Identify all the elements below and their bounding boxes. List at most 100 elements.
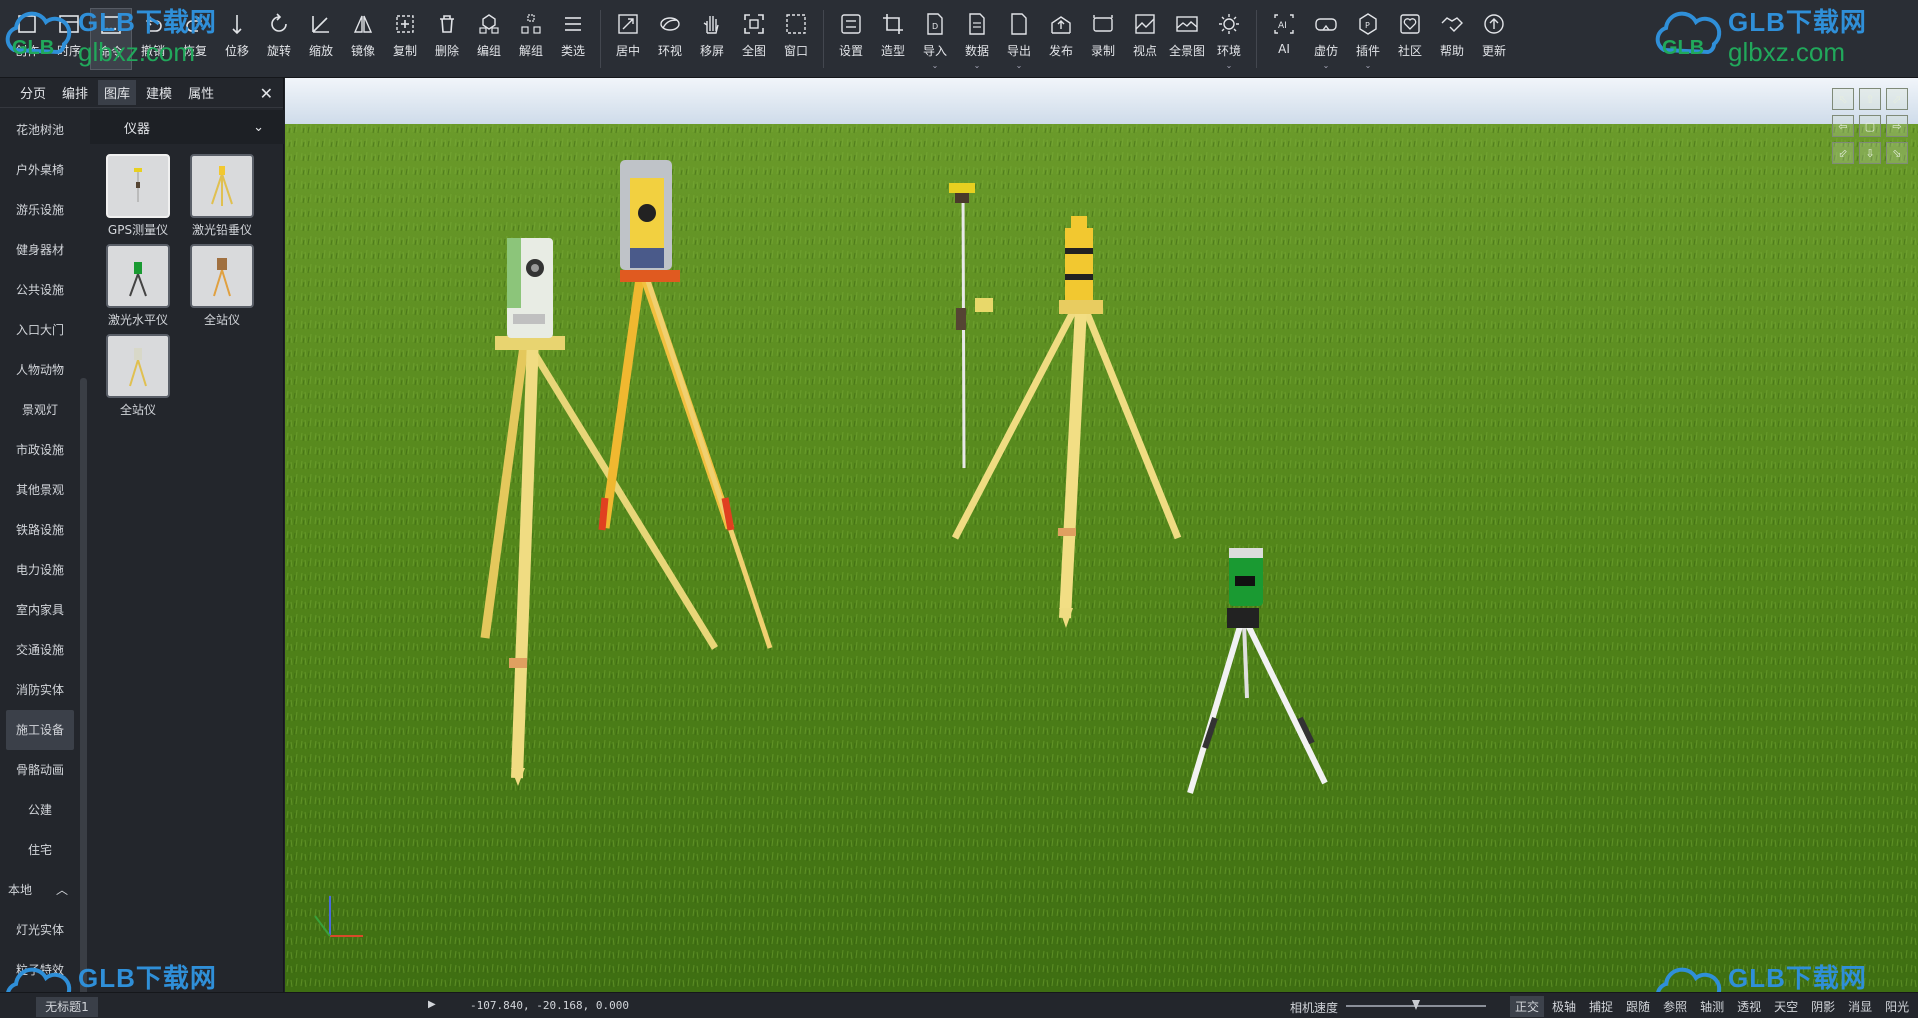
- mode-toggle[interactable]: 跟随: [1621, 996, 1655, 1017]
- delete-button[interactable]: 删除: [426, 8, 468, 70]
- publish-button[interactable]: 发布: [1040, 8, 1082, 70]
- pan-button[interactable]: 移屏: [691, 8, 733, 70]
- play-icon[interactable]: ▶: [428, 999, 436, 1010]
- panel-tab[interactable]: 图库: [98, 80, 137, 105]
- category-item[interactable]: 交通设施: [0, 630, 80, 670]
- library-dropdown[interactable]: 仪器 ⌄: [90, 110, 284, 144]
- category-item[interactable]: 景观灯: [0, 390, 80, 430]
- camera-speed-slider[interactable]: [1346, 1000, 1486, 1010]
- document-tab[interactable]: 无标题1: [36, 997, 98, 1017]
- fit-all-button[interactable]: 全图: [733, 8, 775, 70]
- toolbar-separator: [600, 10, 601, 68]
- panel-tab[interactable]: 编排: [56, 80, 94, 105]
- mirror-button[interactable]: 镜像: [342, 8, 384, 70]
- select-type-button[interactable]: 类选: [552, 8, 594, 70]
- plugin-button[interactable]: P 插件 ⌄: [1347, 8, 1389, 70]
- category-item[interactable]: 游乐设施: [0, 190, 80, 230]
- modeling-button[interactable]: 造型: [872, 8, 914, 70]
- library-thumbnail[interactable]: 激光铅垂仪: [180, 154, 264, 238]
- category-scrollbar[interactable]: [80, 378, 87, 1008]
- chevron-up-icon: ︿: [55, 883, 68, 897]
- category-item[interactable]: 人物动物: [0, 350, 80, 390]
- panel-tab[interactable]: 分页: [14, 80, 52, 105]
- view-nav-arrow-icon[interactable]: ⬁: [1832, 88, 1854, 110]
- category-item[interactable]: 灯光实体: [0, 910, 80, 950]
- settings-button[interactable]: 设置: [830, 8, 872, 70]
- import-button[interactable]: D 导入 ⌄: [914, 8, 956, 70]
- mode-toggle[interactable]: 天空: [1769, 996, 1803, 1017]
- view-nav-arrow-icon[interactable]: ⇦: [1832, 115, 1854, 137]
- svg-text:GLB: GLB: [1662, 37, 1704, 59]
- view-navigation: ⬁ ⇧ ⬀ ⇦ ▢ ⇨ ⬃ ⇩ ⬂: [1832, 88, 1908, 164]
- mode-toggle[interactable]: 消显: [1843, 996, 1877, 1017]
- category-item[interactable]: 铁路设施: [0, 510, 80, 550]
- category-item[interactable]: 其他景观: [0, 470, 80, 510]
- library-thumbnail[interactable]: 全站仪: [96, 334, 180, 418]
- category-item[interactable]: 市政设施: [0, 430, 80, 470]
- category-item[interactable]: 住宅: [0, 830, 80, 870]
- panel-tab[interactable]: 属性: [182, 80, 220, 105]
- window-button[interactable]: 窗口: [775, 8, 817, 70]
- library-thumbnail[interactable]: 激光水平仪: [96, 244, 180, 328]
- panel-tabs: 分页 编排 图库 建模 属性: [0, 78, 283, 108]
- view-nav-arrow-icon[interactable]: ⬃: [1832, 142, 1854, 164]
- move-icon: [232, 15, 242, 35]
- 3d-viewport[interactable]: ⬁ ⇧ ⬀ ⇦ ▢ ⇨ ⬃ ⇩ ⬂: [285, 78, 1918, 992]
- view-nav-arrow-icon[interactable]: ⬀: [1886, 88, 1908, 110]
- view-nav-arrow-icon[interactable]: ▢: [1859, 115, 1881, 137]
- mode-toggle[interactable]: 透视: [1732, 996, 1766, 1017]
- copy-button[interactable]: 复制: [384, 8, 426, 70]
- category-item[interactable]: 公建: [0, 790, 80, 830]
- vr-button[interactable]: 虚仿 ⌄: [1305, 8, 1347, 70]
- panel-tab[interactable]: 建模: [140, 80, 178, 105]
- viewpoint-button[interactable]: 视点: [1124, 8, 1166, 70]
- mode-toggle[interactable]: 轴测: [1695, 996, 1729, 1017]
- mode-toggle[interactable]: 极轴: [1547, 996, 1581, 1017]
- local-section-header[interactable]: 本地 ︿: [0, 870, 80, 910]
- chevron-down-icon: ⌄: [253, 119, 264, 135]
- category-item[interactable]: 消防实体: [0, 670, 80, 710]
- view-nav-arrow-icon[interactable]: ⬂: [1886, 142, 1908, 164]
- camera-speed-label: 相机速度: [1290, 1001, 1339, 1015]
- panorama-button[interactable]: 全景图: [1166, 8, 1208, 70]
- move-button[interactable]: 位移: [216, 8, 258, 70]
- library-thumbnail[interactable]: 全站仪: [180, 244, 264, 328]
- view-nav-arrow-icon[interactable]: ⇨: [1886, 115, 1908, 137]
- community-button[interactable]: 社区: [1389, 8, 1431, 70]
- category-item[interactable]: 花池树池: [0, 110, 80, 150]
- orbit-button[interactable]: 环视: [649, 8, 691, 70]
- help-button[interactable]: 帮助: [1431, 8, 1473, 70]
- category-item[interactable]: 施工设备: [6, 710, 74, 750]
- toolbar-group: AI AI 虚仿 ⌄ P 插件 ⌄ 社区 帮助 更新: [1263, 0, 1515, 78]
- record-button[interactable]: 录制: [1082, 8, 1124, 70]
- export-button[interactable]: 导出 ⌄: [998, 8, 1040, 70]
- ai-button[interactable]: AI AI: [1263, 8, 1305, 70]
- local-section-label: 本地: [8, 883, 33, 897]
- category-item[interactable]: 室内家具: [0, 590, 80, 630]
- category-item[interactable]: 入口大门: [0, 310, 80, 350]
- mode-toggle[interactable]: 参照: [1658, 996, 1692, 1017]
- center-button[interactable]: 居中: [607, 8, 649, 70]
- cloud-icon: GLB: [5, 11, 72, 59]
- category-item[interactable]: 电力设施: [0, 550, 80, 590]
- mode-toggle[interactable]: 正交: [1510, 996, 1545, 1017]
- close-panel-icon[interactable]: ✕: [260, 84, 273, 103]
- library-thumbnail[interactable]: GPS测量仪: [96, 154, 180, 238]
- group-button[interactable]: 编组: [468, 8, 510, 70]
- rotate-button[interactable]: 旋转: [258, 8, 300, 70]
- view-nav-arrow-icon[interactable]: ⇩: [1859, 142, 1881, 164]
- mode-toggle[interactable]: 捕捉: [1584, 996, 1618, 1017]
- category-item[interactable]: 健身器材: [0, 230, 80, 270]
- view-nav-arrow-icon[interactable]: ⇧: [1859, 88, 1881, 110]
- mode-toggle[interactable]: 阳光: [1880, 996, 1914, 1017]
- category-item[interactable]: 骨骼动画: [0, 750, 80, 790]
- mode-toggle[interactable]: 阴影: [1806, 996, 1840, 1017]
- ungroup-button[interactable]: 解组: [510, 8, 552, 70]
- data-button[interactable]: 数据 ⌄: [956, 8, 998, 70]
- camera-speed-knob[interactable]: [1412, 1000, 1420, 1010]
- environment-button[interactable]: 环境 ⌄: [1208, 8, 1250, 70]
- scale-button[interactable]: 缩放: [300, 8, 342, 70]
- category-item[interactable]: 户外桌椅: [0, 150, 80, 190]
- update-button[interactable]: 更新: [1473, 8, 1515, 70]
- category-item[interactable]: 公共设施: [0, 270, 80, 310]
